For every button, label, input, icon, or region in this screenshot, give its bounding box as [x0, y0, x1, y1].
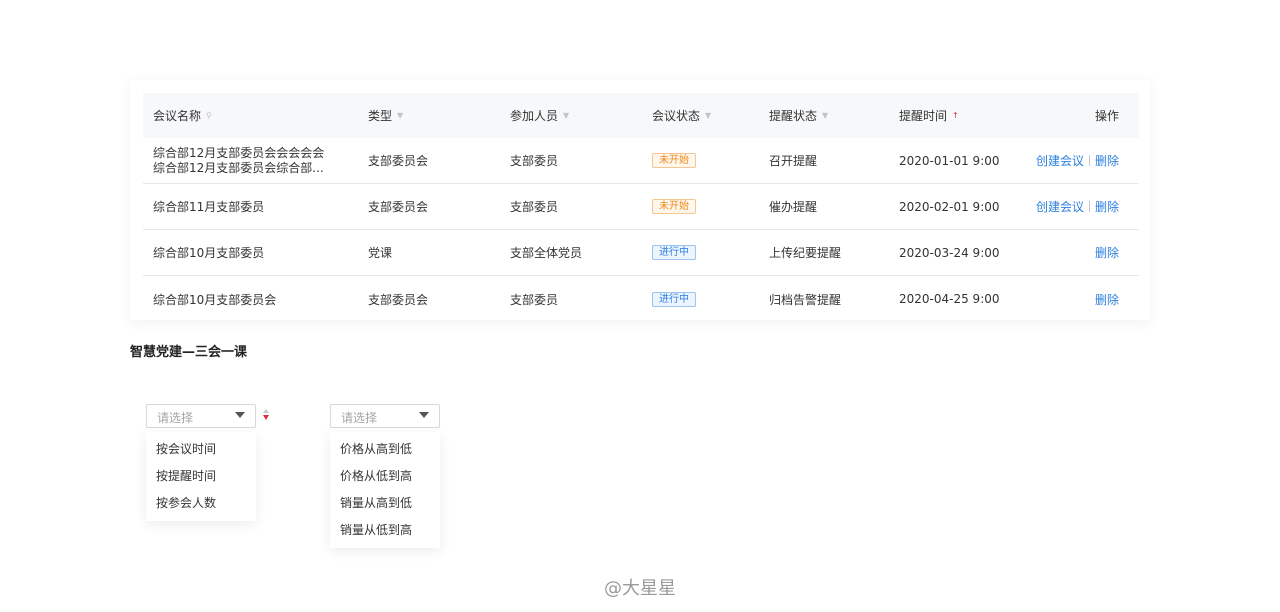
meeting-type: 支部委员会: [368, 292, 429, 307]
menu-item[interactable]: 价格从高到低: [330, 436, 440, 463]
header-remind-time[interactable]: 提醒时间 ↑: [899, 93, 959, 138]
meeting-participants: 支部委员: [510, 292, 559, 307]
header-name[interactable]: 会议名称 ⚲: [153, 93, 212, 138]
meeting-status: 进行中: [652, 230, 696, 275]
table-header: 会议名称 ⚲ 类型 ▼ 参加人员 ▼ 会议状态 ▼ 提醒状态 ▼ 提醒时间 ↑ 操作: [143, 93, 1139, 138]
header-remind-status[interactable]: 提醒状态 ▼: [769, 93, 828, 138]
meeting-table: 会议名称 ⚲ 类型 ▼ 参加人员 ▼ 会议状态 ▼ 提醒状态 ▼ 提醒时间 ↑ 操作 综合部…: [143, 93, 1139, 322]
delete-link[interactable]: 删除: [1095, 291, 1119, 308]
remind-status: 上传纪要提醒: [769, 246, 842, 260]
caret-down-icon: [235, 412, 245, 418]
meeting-name: 综合部10月支部委员: [153, 246, 265, 260]
select-placeholder: 请选择: [341, 411, 378, 425]
status-badge: 进行中: [652, 291, 696, 307]
header-participants[interactable]: 参加人员 ▼: [510, 93, 569, 138]
remind-status: 归档告警提醒: [769, 292, 842, 307]
meeting-type: 支部委员会: [368, 154, 429, 168]
remind-time: 2020-01-01 9:00: [899, 153, 1000, 168]
header-actions: 操作: [1094, 109, 1119, 123]
remind-time: 2020-03-24 9:00: [899, 245, 1000, 260]
menu-item[interactable]: 销量从低到高: [330, 517, 440, 544]
meeting-participants: 支部全体党员: [510, 246, 583, 260]
filter-icon[interactable]: ▼: [397, 111, 403, 120]
create-meeting-link[interactable]: 创建会议: [1036, 152, 1084, 169]
sort-arrow-icon[interactable]: ↑: [952, 111, 959, 120]
meeting-table-card: 会议名称 ⚲ 类型 ▼ 参加人员 ▼ 会议状态 ▼ 提醒状态 ▼ 提醒时间 ↑ 操作 综合部…: [130, 80, 1150, 320]
row-actions: 创建会议 删除: [1036, 184, 1119, 229]
row-actions: 删除: [1095, 276, 1119, 322]
menu-item[interactable]: 价格从低到高: [330, 463, 440, 490]
meeting-status: 进行中: [652, 276, 696, 322]
delete-link[interactable]: 删除: [1095, 152, 1119, 169]
menu-item[interactable]: 按提醒时间: [146, 463, 256, 490]
watermark: @大星星: [604, 578, 676, 599]
meeting-status: 未开始: [652, 184, 696, 229]
header-type[interactable]: 类型 ▼: [368, 93, 403, 138]
status-badge: 未开始: [652, 153, 696, 168]
page-caption: 智慧党建—三会一课: [130, 345, 248, 360]
sort-order-icon[interactable]: [263, 409, 271, 420]
filter-icon[interactable]: ▼: [822, 111, 828, 120]
select-placeholder: 请选择: [157, 411, 194, 425]
divider: [1088, 201, 1090, 212]
filter-icon[interactable]: ▼: [705, 111, 711, 120]
remind-status: 催办提醒: [769, 200, 818, 214]
sort-dropdown-menu: 按会议时间 按提醒时间 按参会人数: [146, 432, 256, 521]
search-icon[interactable]: ⚲: [206, 111, 212, 120]
menu-item[interactable]: 销量从高到低: [330, 490, 440, 517]
table-row: 综合部10月支部委员 党课 支部全体党员 进行中 上传纪要提醒 2020-03-…: [143, 230, 1139, 276]
remind-time: 2020-02-01 9:00: [899, 199, 1000, 214]
status-badge: 未开始: [652, 199, 696, 214]
price-sort-select[interactable]: 请选择: [330, 404, 440, 428]
meeting-name: 综合部10月支部委员会: [153, 292, 277, 307]
table-row: 综合部12月支部委员会会会会会 综合部12月支部委员会综合部... 支部委员会 …: [143, 138, 1139, 184]
delete-link[interactable]: 删除: [1095, 244, 1119, 261]
menu-item[interactable]: 按会议时间: [146, 436, 256, 463]
delete-link[interactable]: 删除: [1095, 198, 1119, 215]
status-badge: 进行中: [652, 245, 696, 260]
create-meeting-link[interactable]: 创建会议: [1036, 198, 1084, 215]
meeting-name: 综合部12月支部委员会会会会会 综合部12月支部委员会综合部...: [153, 145, 325, 175]
meeting-type: 支部委员会: [368, 200, 429, 214]
remind-status: 召开提醒: [769, 154, 818, 168]
remind-time: 2020-04-25 9:00: [899, 292, 1000, 306]
divider: [1088, 155, 1090, 166]
row-actions: 创建会议 删除: [1036, 138, 1119, 183]
filter-icon[interactable]: ▼: [563, 111, 569, 120]
menu-item[interactable]: 按参会人数: [146, 490, 256, 517]
price-sort-dropdown-menu: 价格从高到低 价格从低到高 销量从高到低 销量从低到高: [330, 432, 440, 548]
meeting-status: 未开始: [652, 138, 696, 183]
table-row: 综合部10月支部委员会 支部委员会 支部委员 进行中 归档告警提醒 2020-0…: [143, 276, 1139, 322]
header-meeting-status[interactable]: 会议状态 ▼: [652, 93, 711, 138]
meeting-type: 党课: [368, 246, 393, 260]
meeting-participants: 支部委员: [510, 200, 559, 214]
sort-select[interactable]: 请选择: [146, 404, 256, 428]
table-row: 综合部11月支部委员 支部委员会 支部委员 未开始 催办提醒 2020-02-0…: [143, 184, 1139, 230]
meeting-participants: 支部委员: [510, 154, 559, 168]
meeting-name: 综合部11月支部委员: [153, 200, 265, 214]
caret-down-icon: [419, 412, 429, 418]
row-actions: 删除: [1095, 230, 1119, 275]
